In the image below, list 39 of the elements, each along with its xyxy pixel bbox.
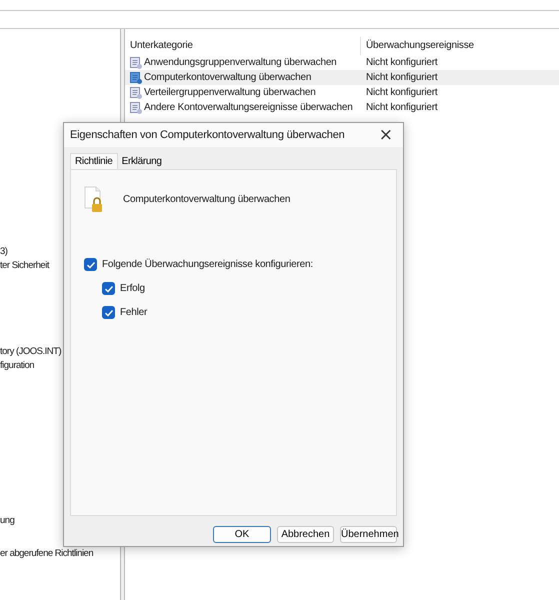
policy-name: Computerkontoverwaltung überwachen (123, 194, 290, 204)
checkbox-label: Fehler (120, 306, 148, 318)
list-row[interactable]: Computerkontoverwaltung überwachen Nicht konfiguriert (125, 70, 559, 85)
dialog-button[interactable]: OK (213, 526, 271, 543)
locked-document-icon (84, 186, 103, 212)
policy-icon (130, 56, 142, 68)
dialog-title: Eigenschaften von Computerkontoverwaltung überwachen (70, 129, 345, 141)
tree-item[interactable]: 3) (0, 245, 8, 260)
checkbox[interactable] (84, 258, 97, 270)
policy-icon (130, 86, 142, 98)
column-header[interactable]: Unterkategorie (125, 37, 360, 55)
audit-setting: Nicht konfiguriert (365, 72, 438, 83)
list-row[interactable]: Verteilergruppenverwaltung überwachen Nicht konfiguriert (125, 85, 559, 100)
checkbox-label: Folgende Überwachungsereignisse konfigurieren: (102, 258, 313, 270)
tree-item[interactable]: ung (0, 514, 14, 528)
column-header[interactable]: Überwachungsereignisse (360, 37, 474, 55)
checkbox-label: Erfolg (120, 282, 145, 294)
dialog-button[interactable]: Übernehmen (340, 526, 397, 543)
tree-item[interactable]: figuration (0, 359, 34, 374)
checkbox[interactable] (102, 282, 115, 294)
subcategory-name: Computerkontoverwaltung überwachen (144, 72, 312, 83)
audit-setting: Nicht konfiguriert (365, 87, 438, 98)
policy-icon (130, 72, 142, 84)
checkbox[interactable] (102, 306, 115, 318)
list-row[interactable]: Andere Kontoverwaltungsereignisse überwachen Nicht konfiguriert (125, 100, 559, 115)
list-row[interactable]: Anwendungsgruppenverwaltung überwachen Nicht konfiguriert (125, 55, 559, 70)
close-button[interactable]: × (374, 126, 397, 144)
audit-setting: Nicht konfiguriert (365, 102, 438, 113)
tree-item[interactable]: er abgerufene Richtlinien (0, 546, 94, 562)
tree-item[interactable]: ter Sicherheit (0, 259, 49, 274)
tab[interactable]: Erklärung (118, 153, 166, 169)
audit-setting: Nicht konfiguriert (365, 57, 438, 68)
dialog-button[interactable]: Abbrechen (277, 526, 334, 543)
subcategory-name: Verteilergruppenverwaltung überwachen (144, 87, 316, 98)
tree-item[interactable]: tory (JOOS.INT) (0, 344, 62, 360)
policy-icon (130, 102, 142, 114)
subcategory-name: Andere Kontoverwaltungsereignisse überwachen (144, 102, 353, 113)
tab[interactable]: Richtlinie (70, 153, 118, 169)
subcategory-name: Anwendungsgruppenverwaltung überwachen (144, 57, 337, 68)
